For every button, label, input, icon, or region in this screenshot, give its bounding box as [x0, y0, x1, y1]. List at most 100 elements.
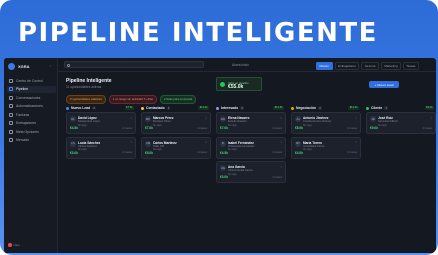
top-tabs: Directo Embajadores Gemma Marketing Tareas: [316, 61, 420, 70]
stage-dot-icon: [291, 106, 294, 110]
grid-icon: [9, 78, 13, 83]
stage-dot-icon: [216, 106, 219, 110]
lead-value: €3.0k: [220, 175, 228, 179]
avatar: JR: [370, 116, 376, 122]
stage-dot-icon: [141, 106, 144, 110]
sidebar-item[interactable]: Centro de Control: [7, 77, 56, 85]
lead-time: 2 meses: [272, 151, 282, 155]
sidebar-item-label: Conversaciones: [16, 95, 41, 100]
new-lead-button[interactable]: + Nuevo Lead: [369, 81, 399, 88]
lead-tag: Sin tags: [303, 148, 312, 151]
close-icon[interactable]: ×: [205, 116, 207, 120]
lead-value: €4.5k: [220, 150, 228, 155]
sidebar-item-label: Centro de Control: [16, 78, 43, 83]
lead-value: €9.0k: [370, 126, 378, 130]
lead-card[interactable]: CM Carlos Martínez Taller CM Sin tags × €5.0k…: [141, 136, 211, 159]
lead-tag: Sin tags: [228, 123, 237, 127]
user-name: User: [13, 243, 20, 247]
lead-card[interactable]: DL David López Restaurante López Sin tags × €…: [66, 112, 136, 134]
close-icon[interactable]: ×: [130, 140, 132, 144]
logo-icon: [8, 63, 15, 70]
chevron-left-icon[interactable]: ‹: [50, 63, 51, 68]
sidebar-nav: Centro de Control Pipeline Conversaciones A…: [7, 77, 56, 145]
topbar: Ahora Inicio Directo Embajadores Gemma Mark…: [58, 58, 436, 72]
column-title: Cliente: [371, 106, 383, 110]
column-header: Contactado 2 €12.0k: [141, 104, 211, 112]
lead-time: 2 meses: [122, 126, 132, 130]
lead-card[interactable]: AJ Antonio Jiménez Construcciones Jiménez S…: [291, 112, 361, 134]
invoice-icon: [9, 112, 13, 117]
sidebar: XGRA ‹ Centro de Control Pipeline Conversa…: [4, 58, 58, 253]
close-icon[interactable]: ×: [430, 116, 432, 120]
filter-pill[interactable]: 3 oportunidades calientes: [66, 95, 106, 104]
filter-pill[interactable]: 1 en riesgo sin actividad 7+ días: [108, 95, 157, 104]
column-count: 2: [166, 106, 171, 110]
close-icon[interactable]: ×: [355, 140, 357, 144]
avatar: DL: [70, 116, 76, 122]
top-tab[interactable]: Tareas: [403, 61, 420, 70]
lead-card[interactable]: AG Ana García Clínica Dental García Sin tag…: [216, 161, 286, 183]
lead-time: 2 meses: [347, 151, 357, 155]
lead-time: 2 meses: [122, 151, 132, 155]
lead-card[interactable]: LS Lucia Sánchez Clínica Sánchez Sin tags × €…: [66, 136, 136, 159]
lead-time: 2 meses: [197, 126, 207, 130]
lead-card[interactable]: JR José Ruiz Gimnasio FitRuiz Sin tags × €9.0…: [366, 112, 436, 134]
search-input[interactable]: [64, 61, 204, 68]
search-icon: [67, 63, 70, 67]
chat-icon: [9, 95, 13, 100]
sidebar-item-label: Mercado: [16, 138, 30, 143]
column-header: Interesado 3 €14.5k: [216, 104, 286, 112]
euro-icon: [220, 82, 225, 87]
lead-tag: Sin tags: [153, 123, 162, 127]
lead-tag: Sin tags: [153, 148, 162, 151]
avatar: EN: [220, 116, 226, 122]
sidebar-item[interactable]: Conversaciones: [7, 94, 56, 102]
column-count: 3: [240, 106, 244, 110]
stage-dot-icon: [66, 106, 69, 110]
lead-value: €8.0k: [295, 126, 303, 130]
sidebar-item[interactable]: Facturas: [7, 111, 56, 119]
sidebar-item[interactable]: Automatizaciones: [7, 103, 56, 111]
column-count: 1: [384, 106, 389, 110]
close-icon[interactable]: ×: [280, 165, 282, 169]
lead-card[interactable]: IF Isabel Fernández Fisioterapia Fernández…: [216, 136, 286, 159]
top-tab[interactable]: Embajadores: [334, 61, 360, 70]
lead-tag: Sin tags: [78, 123, 87, 127]
sidebar-item-label: Embajadores: [16, 121, 36, 126]
pipeline-column: Negociación 2 €12.0k AJ Antonio Jiménez Const…: [291, 104, 361, 161]
avatar: CM: [145, 140, 151, 147]
sidebar-item[interactable]: Meta Opciones: [7, 128, 56, 136]
sidebar-item[interactable]: Embajadores: [7, 120, 56, 128]
user-menu[interactable]: User: [8, 243, 20, 247]
lead-tag: Sin tags: [228, 148, 237, 151]
top-tab[interactable]: Gemma: [361, 61, 379, 70]
close-icon[interactable]: ×: [130, 116, 132, 120]
avatar: AG: [220, 165, 226, 171]
close-icon[interactable]: ×: [280, 116, 282, 120]
sidebar-item-label: Pipeline: [16, 87, 29, 92]
lead-time: 2 meses: [272, 175, 282, 179]
sidebar-item[interactable]: Pipeline: [7, 85, 56, 93]
column-total: €12.0k: [348, 106, 359, 110]
lead-card[interactable]: MT María Torres Inmobiliaria Torres Sin tag…: [291, 136, 361, 159]
lead-card[interactable]: EN Elena Navarro Estudio Navarro Sin tags × €…: [216, 112, 286, 134]
brand[interactable]: XGRA: [8, 63, 30, 70]
bolt-icon: [9, 104, 13, 109]
lead-tag: Sin tags: [228, 172, 237, 176]
topbar-link[interactable]: Ahora Inicio: [232, 63, 249, 67]
close-icon[interactable]: ×: [280, 140, 282, 144]
column-count: 2: [92, 106, 97, 110]
close-icon[interactable]: ×: [355, 116, 357, 120]
people-icon: [9, 121, 13, 126]
top-tab[interactable]: Marketing: [380, 61, 402, 70]
hero-title: PIPELINE INTELIGENTE: [18, 18, 378, 48]
avatar: [8, 243, 12, 247]
app-window: XGRA ‹ Centro de Control Pipeline Conversa…: [4, 58, 436, 253]
promo-frame: PIPELINE INTELIGENTE XGRA ‹ Centro de Co…: [0, 0, 438, 255]
lead-value: €5.0k: [145, 150, 153, 155]
lead-card[interactable]: MP Marcos Pérez Boutique Pérez Sin tags × €7.…: [141, 112, 211, 134]
sidebar-item[interactable]: Mercado: [7, 137, 56, 145]
close-icon[interactable]: ×: [205, 140, 207, 144]
filter-pill[interactable]: 2 listas para propuesta: [159, 95, 197, 104]
top-tab[interactable]: Directo: [316, 61, 333, 70]
